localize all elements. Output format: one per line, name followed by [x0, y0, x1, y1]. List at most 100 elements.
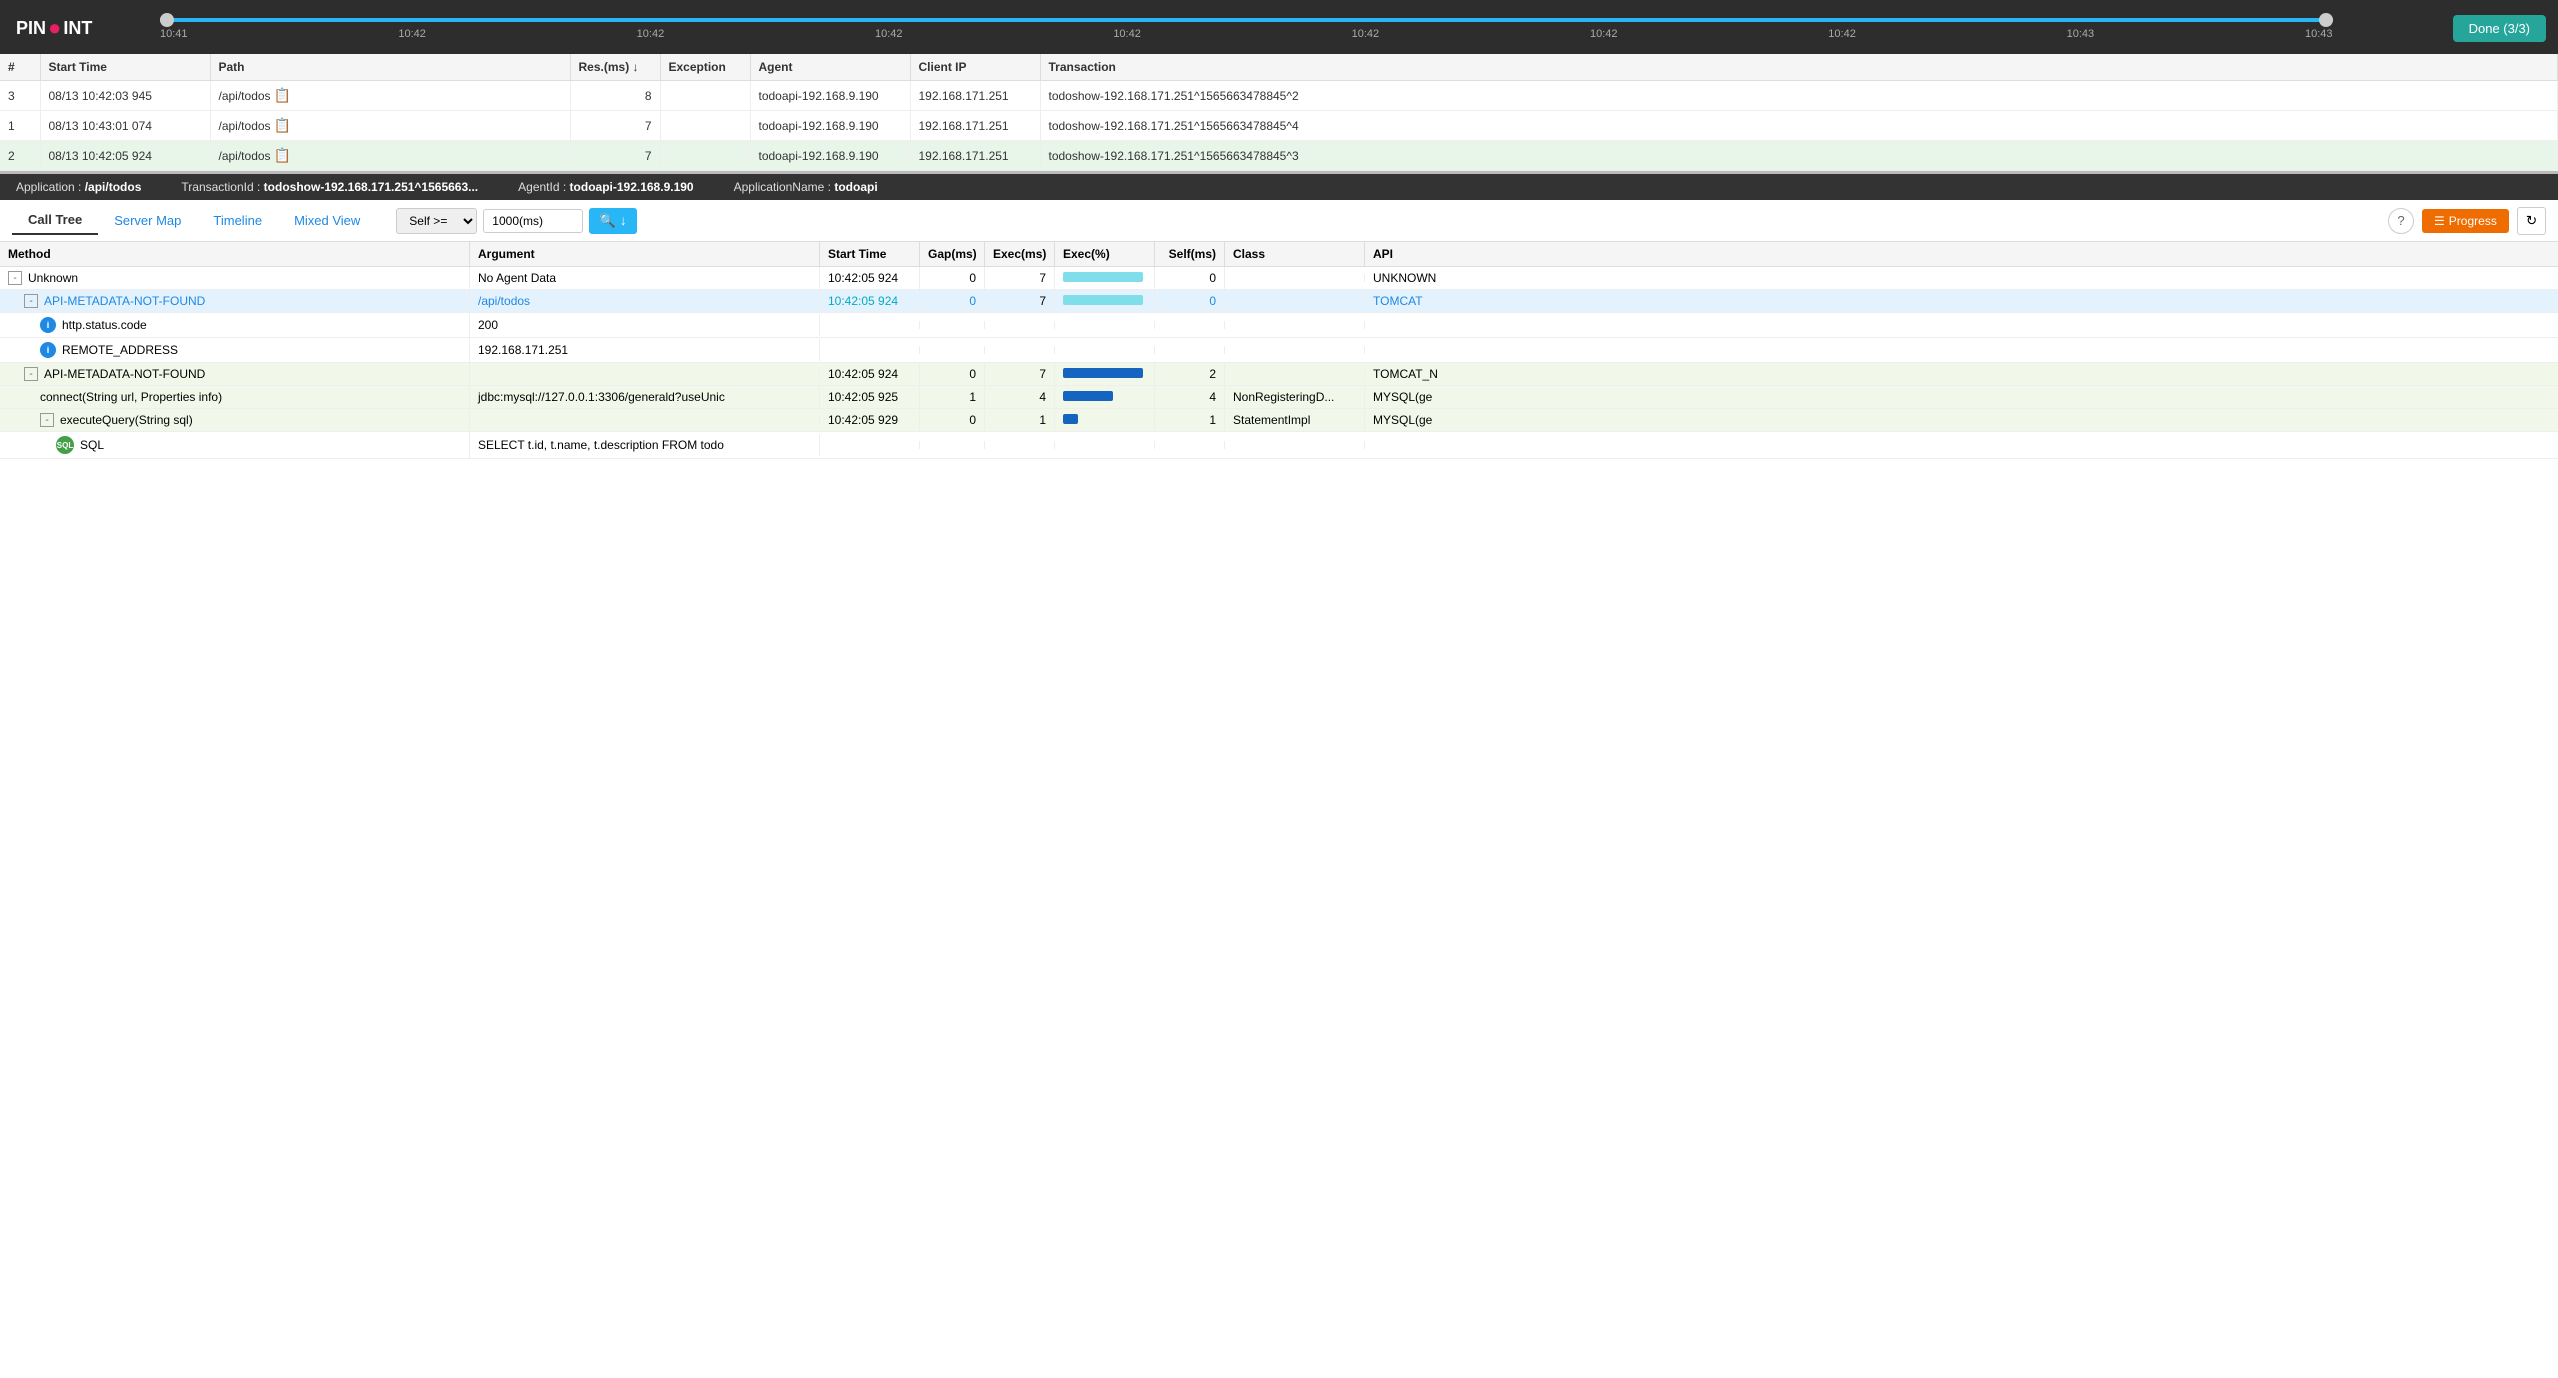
- call-tree-rows: - Unknown No Agent Data 10:42:05 924 0 7…: [0, 267, 2558, 459]
- method-label: http.status.code: [62, 318, 147, 332]
- tab-call-tree[interactable]: Call Tree: [12, 206, 98, 235]
- row-gap: [920, 321, 985, 329]
- call-tree-row[interactable]: i REMOTE_ADDRESS 192.168.171.251: [0, 338, 2558, 363]
- col-header-execpct: Exec(%): [1055, 242, 1155, 266]
- row-argument: 192.168.171.251: [470, 339, 820, 361]
- row-execpct: [1055, 409, 1155, 431]
- row-api: TOMCAT: [1365, 290, 2558, 312]
- row-execpct: [1055, 441, 1155, 449]
- row-exec: 4: [985, 386, 1055, 408]
- row-starttime: 10:42:05 924: [820, 363, 920, 385]
- col-header-clientip: Client IP: [910, 54, 1040, 81]
- row-exec: 7: [985, 267, 1055, 289]
- row-exec: [985, 346, 1055, 354]
- search-button[interactable]: 🔍 ↓: [589, 208, 636, 234]
- col-header-self: Self(ms): [1155, 242, 1225, 266]
- row-method: - API-METADATA-NOT-FOUND: [0, 290, 470, 312]
- help-button[interactable]: ?: [2388, 208, 2414, 234]
- refresh-button[interactable]: ↻: [2517, 207, 2546, 235]
- filter-input[interactable]: [483, 209, 583, 233]
- cell-transaction: todoshow-192.168.171.251^1565663478845^4: [1040, 111, 2558, 141]
- row-exec: 1: [985, 409, 1055, 431]
- timeline-header: PIN●INT 10:41 10:42 10:42 10:42 10:42 10…: [0, 0, 2558, 54]
- col-header-api: API: [1365, 242, 2558, 266]
- row-class: [1225, 321, 1365, 329]
- row-gap: 0: [920, 290, 985, 312]
- row-starttime: 10:42:05 929: [820, 409, 920, 431]
- row-argument: [470, 416, 820, 424]
- row-argument: 200: [470, 314, 820, 336]
- row-argument: jdbc:mysql://127.0.0.1:3306/generald?use…: [470, 386, 820, 408]
- info-transaction: TransactionId : todoshow-192.168.171.251…: [181, 180, 478, 194]
- sql-icon: SQL: [56, 436, 74, 454]
- row-method: - API-METADATA-NOT-FOUND: [0, 363, 470, 385]
- call-tree-header: Method Argument Start Time Gap(ms) Exec(…: [0, 242, 2558, 267]
- row-method: SQL SQL: [0, 432, 470, 458]
- call-tree-row[interactable]: - API-METADATA-NOT-FOUND 10:42:05 924 0 …: [0, 363, 2558, 386]
- call-tree-row[interactable]: - executeQuery(String sql) 10:42:05 929 …: [0, 409, 2558, 432]
- row-exec: [985, 321, 1055, 329]
- tab-timeline[interactable]: Timeline: [197, 207, 278, 234]
- filter-select[interactable]: Self >= Total >= Self <= Total <=: [396, 208, 477, 234]
- cell-starttime: 08/13 10:42:03 945: [40, 81, 210, 111]
- call-tree-row[interactable]: SQL SQL SELECT t.id, t.name, t.descripti…: [0, 432, 2558, 459]
- done-button[interactable]: Done (3/3): [2453, 15, 2546, 42]
- row-exec: 7: [985, 290, 1055, 312]
- timeline-track: [160, 18, 2333, 22]
- cell-agent: todoapi-192.168.9.190: [750, 111, 910, 141]
- row-self: [1155, 321, 1225, 329]
- call-tree-row[interactable]: connect(String url, Properties info) jdb…: [0, 386, 2558, 409]
- row-gap: 0: [920, 267, 985, 289]
- row-starttime: [820, 346, 920, 354]
- cell-exception: [660, 81, 750, 111]
- col-header-num: #: [0, 54, 40, 81]
- row-self: 1: [1155, 409, 1225, 431]
- cell-num: 2: [0, 141, 40, 171]
- call-tree-row[interactable]: - Unknown No Agent Data 10:42:05 924 0 7…: [0, 267, 2558, 290]
- row-method: - Unknown: [0, 267, 470, 289]
- timeline-area[interactable]: 10:41 10:42 10:42 10:42 10:42 10:42 10:4…: [160, 6, 2453, 50]
- row-self: [1155, 346, 1225, 354]
- cell-res: 8: [570, 81, 660, 111]
- info-bar: Application : /api/todos TransactionId :…: [0, 174, 2558, 200]
- row-class: [1225, 441, 1365, 449]
- col-header-starttime: Start Time: [40, 54, 210, 81]
- col-header-res: Res.(ms) ↓: [570, 54, 660, 81]
- progress-button[interactable]: ☰ Progress: [2422, 209, 2509, 233]
- row-argument: /api/todos: [470, 290, 820, 312]
- cell-num: 3: [0, 81, 40, 111]
- col-header-class: Class: [1225, 242, 1365, 266]
- row-method: i REMOTE_ADDRESS: [0, 338, 470, 362]
- call-tree-row[interactable]: i http.status.code 200: [0, 313, 2558, 338]
- row-argument: SELECT t.id, t.name, t.description FROM …: [470, 434, 820, 456]
- exec-bar: [1063, 368, 1143, 378]
- table-row[interactable]: 2 08/13 10:42:05 924 /api/todos 📋 7 todo…: [0, 141, 2558, 171]
- cell-clientip: 192.168.171.251: [910, 81, 1040, 111]
- timeline-handle-left[interactable]: [160, 13, 174, 27]
- col-header-agent: Agent: [750, 54, 910, 81]
- expand-icon[interactable]: -: [24, 294, 38, 308]
- timeline-handle-right[interactable]: [2319, 13, 2333, 27]
- expand-icon[interactable]: -: [8, 271, 22, 285]
- cell-agent: todoapi-192.168.9.190: [750, 141, 910, 171]
- row-class: StatementImpl: [1225, 409, 1365, 431]
- table-row[interactable]: 3 08/13 10:42:03 945 /api/todos 📋 8 todo…: [0, 81, 2558, 111]
- expand-icon[interactable]: -: [40, 413, 54, 427]
- timeline-label-7: 10:42: [1828, 28, 1856, 40]
- row-class: [1225, 297, 1365, 305]
- row-execpct: [1055, 267, 1155, 289]
- row-class: [1225, 346, 1365, 354]
- row-exec: 7: [985, 363, 1055, 385]
- table-row[interactable]: 1 08/13 10:43:01 074 /api/todos 📋 7 todo…: [0, 111, 2558, 141]
- row-api: MYSQL(ge: [1365, 409, 2558, 431]
- timeline-label-8: 10:43: [2067, 28, 2095, 40]
- tab-mixed-view[interactable]: Mixed View: [278, 207, 376, 234]
- expand-icon[interactable]: -: [24, 367, 38, 381]
- row-gap: 0: [920, 363, 985, 385]
- call-tree-row[interactable]: - API-METADATA-NOT-FOUND /api/todos 10:4…: [0, 290, 2558, 313]
- tab-server-map[interactable]: Server Map: [98, 207, 197, 234]
- cell-starttime: 08/13 10:42:05 924: [40, 141, 210, 171]
- timeline-labels: 10:41 10:42 10:42 10:42 10:42 10:42 10:4…: [160, 28, 2333, 40]
- timeline-label-5: 10:42: [1352, 28, 1380, 40]
- row-starttime: 10:42:05 924: [820, 267, 920, 289]
